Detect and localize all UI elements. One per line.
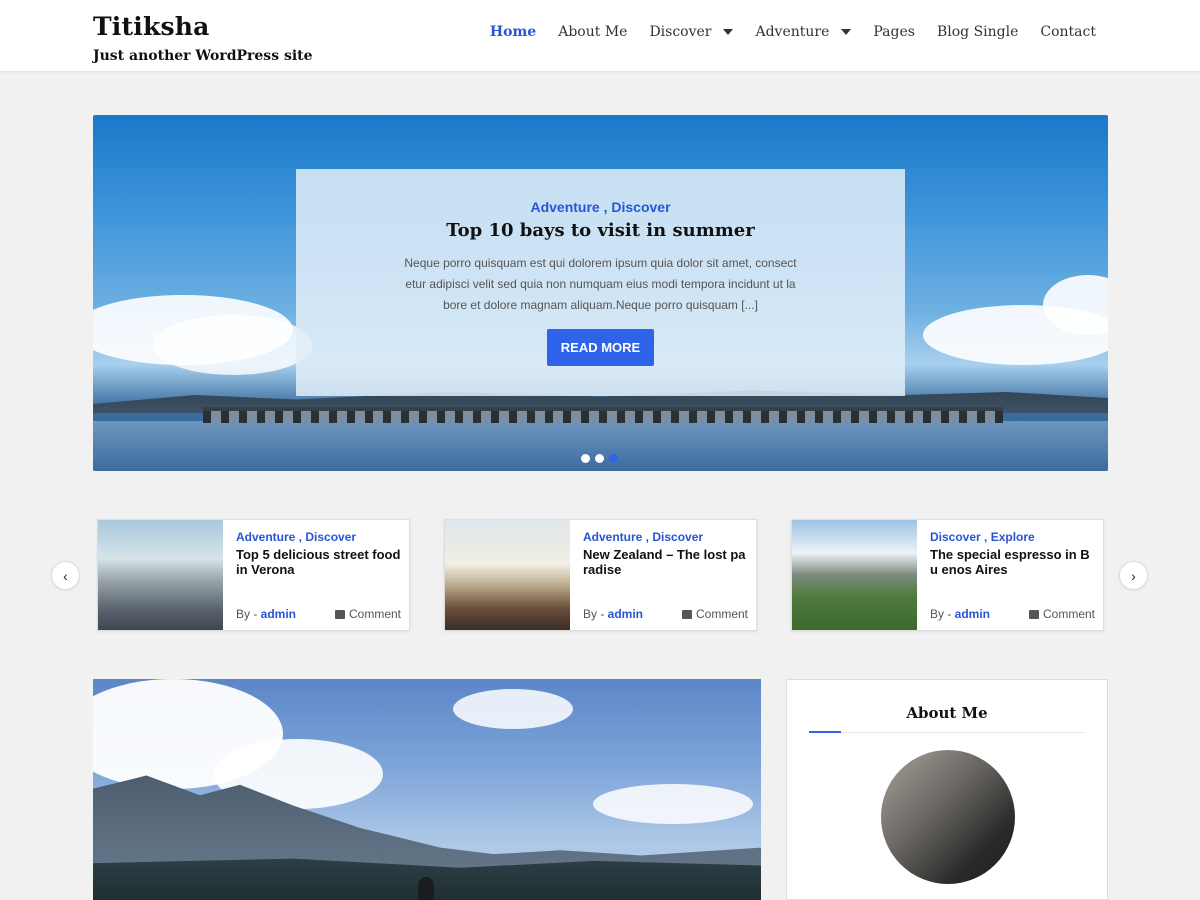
nav-item-blog-single[interactable]: Blog Single	[937, 24, 1018, 40]
post-categories[interactable]: Adventure , Discover	[583, 530, 748, 544]
person-silhouette	[418, 877, 434, 900]
author-link[interactable]: admin	[261, 607, 296, 621]
nav-label: Blog Single	[936, 24, 1019, 40]
widget-divider	[809, 732, 1085, 733]
carousel-prev-button[interactable]: ‹	[51, 561, 80, 590]
site-title[interactable]: Titiksha	[93, 12, 210, 41]
post-thumbnail[interactable]	[445, 520, 570, 630]
nav-label: Discover	[649, 24, 712, 40]
hero-slider: Adventure , Discover Top 10 bays to visi…	[93, 115, 1108, 471]
comment-icon	[681, 610, 692, 619]
chevron-right-icon: ›	[1131, 567, 1136, 584]
hero-bridge	[203, 407, 1003, 423]
post-meta: By - admin Comment	[930, 607, 1095, 621]
hero-caption: Adventure , Discover Top 10 bays to visi…	[296, 169, 905, 396]
post-comment-link[interactable]: Comment	[681, 607, 748, 621]
by-label: By -	[583, 607, 608, 621]
nav-item-home[interactable]: Home	[490, 24, 536, 40]
slider-dot-active[interactable]	[609, 454, 618, 463]
nav-label: Adventure	[755, 24, 830, 40]
widget-title: About Me	[906, 704, 988, 722]
hero-water	[93, 421, 1108, 471]
post-card[interactable]: Adventure , Discover New Zealand – The l…	[444, 519, 757, 631]
nav-label: Contact	[1040, 24, 1096, 40]
caret-down-icon	[723, 29, 734, 35]
cloud-shape	[593, 784, 753, 824]
comment-icon	[334, 610, 345, 619]
comment-label: Comment	[1042, 607, 1095, 621]
hero-categories[interactable]: Adventure , Discover	[296, 199, 905, 215]
slider-dots	[581, 454, 618, 463]
chevron-left-icon: ‹	[63, 567, 68, 584]
author-link[interactable]: admin	[608, 607, 643, 621]
post-author: By - admin	[930, 607, 990, 621]
post-thumbnail[interactable]	[792, 520, 917, 630]
post-author: By - admin	[236, 607, 296, 621]
nav-label: Pages	[873, 24, 915, 40]
avatar	[881, 750, 1015, 884]
nav-item-adventure[interactable]: Adventure	[755, 24, 852, 40]
post-title[interactable]: New Zealand – The lost pa radise	[583, 547, 748, 577]
post-categories[interactable]: Discover , Explore	[930, 530, 1095, 544]
hero-excerpt: Neque porro quisquam est qui dolorem ips…	[404, 256, 797, 312]
by-label: By -	[236, 607, 261, 621]
post-author: By - admin	[583, 607, 643, 621]
about-me-widget: About Me	[786, 679, 1108, 900]
carousel-next-button[interactable]: ›	[1119, 561, 1148, 590]
site-tagline: Just another WordPress site	[93, 48, 313, 64]
by-label: By -	[930, 607, 955, 621]
nav-item-pages[interactable]: Pages	[873, 24, 915, 40]
cloud-shape	[153, 315, 313, 375]
post-meta: By - admin Comment	[236, 607, 401, 621]
nav-item-about-me[interactable]: About Me	[558, 24, 627, 40]
post-comment-link[interactable]: Comment	[1028, 607, 1095, 621]
post-thumbnail[interactable]	[98, 520, 223, 630]
nav-label: About Me	[558, 24, 628, 40]
comment-label: Comment	[695, 607, 748, 621]
featured-post-image[interactable]	[93, 679, 761, 900]
post-title[interactable]: The special espresso in Bu enos Aires	[930, 547, 1095, 577]
post-card-body: Adventure , Discover Top 5 delicious str…	[236, 530, 401, 577]
nav-item-discover[interactable]: Discover	[649, 24, 734, 40]
caret-down-icon	[841, 29, 852, 35]
slider-dot[interactable]	[595, 454, 604, 463]
cloud-shape	[453, 689, 573, 729]
main-nav: Home About Me Discover Adventure Pages B…	[490, 24, 1096, 40]
post-card[interactable]: Discover , Explore The special espresso …	[791, 519, 1104, 631]
post-comment-link[interactable]: Comment	[334, 607, 401, 621]
post-card[interactable]: Adventure , Discover Top 5 delicious str…	[97, 519, 410, 631]
comment-label: Comment	[348, 607, 401, 621]
slider-dot[interactable]	[581, 454, 590, 463]
post-meta: By - admin Comment	[583, 607, 748, 621]
hero-title[interactable]: Top 10 bays to visit in summer	[296, 220, 905, 241]
post-card-body: Adventure , Discover New Zealand – The l…	[583, 530, 748, 577]
read-more-button[interactable]: READ MORE	[546, 329, 655, 366]
nav-label: Home	[489, 24, 537, 40]
comment-icon	[1028, 610, 1039, 619]
author-link[interactable]: admin	[955, 607, 990, 621]
post-card-body: Discover , Explore The special espresso …	[930, 530, 1095, 577]
widget-divider-accent	[809, 731, 841, 733]
post-categories[interactable]: Adventure , Discover	[236, 530, 401, 544]
site-header: Titiksha Just another WordPress site Hom…	[0, 0, 1200, 71]
post-title[interactable]: Top 5 delicious street food in Verona	[236, 547, 401, 577]
nav-item-contact[interactable]: Contact	[1040, 24, 1096, 40]
